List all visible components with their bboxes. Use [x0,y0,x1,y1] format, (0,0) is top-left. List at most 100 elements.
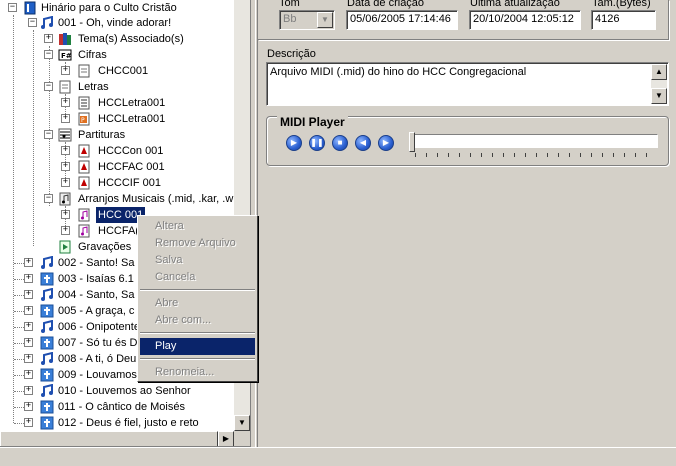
svg-text:P: P [81,117,85,124]
expand-icon[interactable]: + [24,290,33,299]
horizontal-scroll-thumb[interactable] [0,431,218,446]
tree-node-letras[interactable]: − Letras [0,79,240,95]
tree-connector [14,407,24,408]
tree-hymn-label: 007 - Só tu és D [58,337,138,349]
tree-connector [14,295,24,296]
progress-tick [569,153,570,157]
descricao-textarea[interactable]: Arquivo MIDI (.mid) do hino do HCC Congr… [266,62,669,106]
tree-node-hymn-001[interactable]: − 001 - Oh, vinde adorar! [0,15,240,31]
expand-icon[interactable]: + [24,258,33,267]
expand-icon[interactable]: + [61,210,70,219]
sheet-music-icon [58,128,72,142]
tree-node-hymn[interactable]: +012 - Deus é fiel, justo e reto [0,415,234,431]
expand-icon[interactable]: + [61,178,70,187]
ultima-atualizacao-field[interactable]: 20/10/2004 12:05:12 [469,10,581,30]
menu-item-renomeia[interactable]: Renomeia... [140,364,255,381]
description-scrollbar[interactable]: ▲ ▼ [651,64,667,104]
menu-item-cancela[interactable]: Cancela [140,269,255,286]
menu-item-abre-com[interactable]: Abre com... [140,312,255,329]
progress-track[interactable] [412,134,658,148]
expand-icon[interactable]: + [24,274,33,283]
expand-icon[interactable]: + [61,66,70,75]
stop-icon[interactable]: ■ [332,135,348,151]
tree-node-partituras[interactable]: − Partituras [0,127,240,143]
tree-connector [14,391,24,392]
scroll-down-icon[interactable]: ▼ [234,415,250,431]
progress-tick [547,153,548,157]
chevron-down-icon[interactable]: ▼ [317,12,333,28]
expand-icon[interactable]: + [24,402,33,411]
menu-item-play[interactable]: Play [140,338,255,355]
details-pane: Tom Bb ▼ Data de criação 05/06/2005 17:1… [257,0,676,447]
expand-icon[interactable]: + [61,146,70,155]
data-criacao-field[interactable]: 05/06/2005 17:14:46 [346,10,458,30]
tree-connector [14,263,24,264]
tree-folder-label: Gravações [78,241,132,253]
scroll-corner [234,431,250,446]
tree-node-cifras[interactable]: − F# Cifras [0,47,240,63]
tree-node-cifra-file[interactable]: + CHCC001 [0,63,240,79]
tree-connector [14,311,24,312]
progress-slider-thumb[interactable] [409,132,415,152]
collapse-icon[interactable]: − [8,3,17,12]
ultima-atualizacao-value: 20/10/2004 12:05:12 [473,13,574,25]
tree-node-partitura-file[interactable]: + HCCCon 001 [0,143,240,159]
document-icon [78,64,90,78]
expand-icon[interactable]: + [24,322,33,331]
expand-icon[interactable]: + [24,338,33,347]
tree-node-hymn[interactable]: +011 - O cântico de Moisés [0,399,234,415]
tree-node-hymn[interactable]: +010 - Louvemos ao Senhor [0,383,234,399]
tree-file-label: HCCCIF 001 [98,177,161,189]
menu-separator [140,332,255,334]
tree-node-partitura-file[interactable]: + HCCFAC 001 [0,159,240,175]
expand-icon[interactable]: + [24,354,33,363]
music-note-icon [41,352,53,365]
scroll-right-icon[interactable]: ▶ [218,431,234,446]
horizontal-scrollbar[interactable]: ▶ [0,431,234,446]
data-criacao-label: Data de criação [347,0,425,9]
tree-node-letra-file[interactable]: + P HCCLetra001 [0,111,240,127]
music-note-icon [41,256,53,269]
menu-item-altera[interactable]: Altera [140,218,255,235]
menu-item-abre[interactable]: Abre [140,295,255,312]
expand-icon[interactable]: + [44,34,53,43]
tree-hymn-label: 010 - Louvemos ao Senhor [58,385,191,397]
expand-icon[interactable]: + [24,306,33,315]
progress-tick [470,153,471,157]
music-note-icon [41,320,53,333]
progress-tick [415,153,416,157]
tree-node-temas[interactable]: + Tema(s) Associado(s) [0,31,240,47]
tree-folder-label: Tema(s) Associado(s) [78,33,184,45]
rewind-icon[interactable]: ◀ [355,135,371,151]
fast-forward-icon[interactable]: ▶ [378,135,394,151]
scroll-up-icon[interactable]: ▲ [651,64,667,80]
collapse-icon[interactable]: − [44,130,53,139]
descricao-value: Arquivo MIDI (.mid) do hino do HCC Congr… [270,66,527,78]
tree-node-arranjos[interactable]: − Arranjos Musicais (.mid, .kar, .wrk [0,191,242,207]
tamanho-field[interactable]: 4126 [591,10,656,30]
cross-icon [40,272,54,286]
collapse-icon[interactable]: − [44,50,53,59]
pause-icon[interactable]: ❚❚ [309,135,325,151]
expand-icon[interactable]: + [61,226,70,235]
collapse-icon[interactable]: − [28,18,37,27]
midi-player-title: MIDI Player [277,115,348,129]
tree-node-partitura-file[interactable]: + HCCCIF 001 [0,175,240,191]
menu-item-remove-arquivo[interactable]: Remove Arquivo [140,235,255,252]
expand-icon[interactable]: + [24,386,33,395]
expand-icon[interactable]: + [24,418,33,427]
scroll-down-icon[interactable]: ▼ [651,88,667,104]
play-icon[interactable]: ▶ [286,135,302,151]
expand-icon[interactable]: + [61,98,70,107]
expand-icon[interactable]: + [24,370,33,379]
tree-node-letra-file[interactable]: + HCCLetra001 [0,95,240,111]
collapse-icon[interactable]: − [44,194,53,203]
expand-icon[interactable]: + [61,162,70,171]
tree-node-root[interactable]: − Hinário para o Culto Cristão [0,0,240,16]
menu-item-salva[interactable]: Salva [140,252,255,269]
tom-select[interactable]: Bb ▼ [279,10,335,30]
progress-tick [448,153,449,157]
tree-folder-label: Letras [78,81,109,93]
expand-icon[interactable]: + [61,114,70,123]
collapse-icon[interactable]: − [44,82,53,91]
